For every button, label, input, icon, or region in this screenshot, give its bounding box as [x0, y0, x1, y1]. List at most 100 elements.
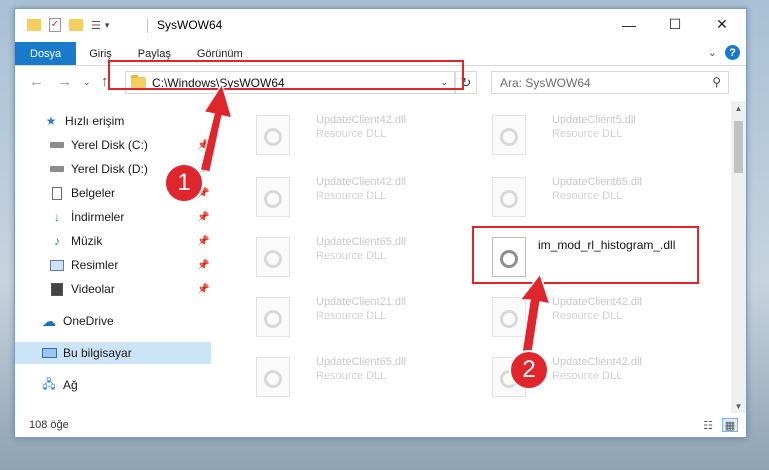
file-item[interactable]: UpdateClient42.dll Resource DLL	[478, 291, 708, 337]
pin-icon[interactable]: 📌	[197, 236, 209, 247]
expand-ribbon-icon[interactable]: ⌄	[708, 46, 717, 59]
properties-icon[interactable]: ✓	[49, 18, 61, 32]
sidebar-item-pictures[interactable]: Resimler 📌	[15, 254, 211, 276]
cloud-icon: ☁	[42, 312, 56, 329]
file-name: UpdateClient42.dll	[552, 356, 642, 368]
file-description: Resource DLL	[316, 128, 387, 140]
image-icon	[49, 258, 65, 272]
help-icon[interactable]: ?	[725, 45, 740, 60]
file-name: UpdateClient65.dll	[552, 176, 642, 188]
dll-file-icon	[256, 237, 290, 277]
vertical-scrollbar[interactable]: ▲ ▼	[731, 101, 746, 413]
sidebar-item-label: Hızlı erişim	[65, 114, 125, 128]
sidebar-item-label: Bu bilgisayar	[63, 346, 132, 360]
sidebar-item-label: Müzik	[71, 234, 103, 248]
dll-file-icon	[256, 357, 290, 397]
download-icon: ↓	[54, 210, 60, 224]
new-folder-icon[interactable]	[69, 19, 83, 31]
step-1-badge: 1	[164, 163, 204, 203]
sidebar-item-onedrive[interactable]: ☁ OneDrive	[15, 310, 211, 332]
recent-locations-icon[interactable]: ⌄	[83, 77, 91, 88]
dll-file-icon	[492, 297, 526, 337]
pin-icon[interactable]: 📌	[197, 212, 209, 223]
window-title: SysWOW64	[157, 18, 223, 32]
scroll-up-icon[interactable]: ▲	[731, 104, 746, 113]
sidebar-item-label: Belgeler	[71, 186, 116, 200]
dll-file-icon	[256, 297, 290, 337]
file-item[interactable]: UpdateClient65.dll Resource DLL	[242, 351, 472, 397]
step-2-badge: 2	[509, 350, 549, 390]
sidebar-item-label: İndirmeler	[71, 210, 125, 224]
sidebar-item-videos[interactable]: Videolar 📌	[15, 278, 211, 300]
document-icon	[49, 186, 65, 200]
drive-icon	[49, 162, 65, 176]
customize-icon[interactable]: ☰	[91, 19, 101, 32]
tab-dosya[interactable]: Dosya	[15, 42, 77, 65]
file-name: UpdateClient5.dll	[552, 114, 636, 126]
file-name: UpdateClient21.dll	[316, 296, 406, 308]
file-description: Resource DLL	[552, 310, 623, 322]
file-name: UpdateClient42.dll	[552, 296, 642, 308]
computer-icon	[41, 346, 57, 360]
pin-icon[interactable]: 📌	[197, 284, 209, 295]
file-item[interactable]: UpdateClient65.dll Resource DLL	[478, 171, 708, 217]
search-icon[interactable]: ⚲	[712, 75, 721, 89]
sidebar-item-this-pc[interactable]: Bu bilgisayar	[15, 342, 211, 364]
file-name: UpdateClient65.dll	[316, 356, 406, 368]
scroll-thumb[interactable]	[734, 121, 743, 173]
quick-access-toolbar: ✓ ☰ ▾	[27, 17, 109, 33]
sidebar-item-label: Videolar	[71, 282, 115, 296]
sidebar-item-music[interactable]: ♪ Müzik 📌	[15, 230, 211, 252]
large-icons-view-icon[interactable]: ▦	[722, 418, 738, 432]
item-count: 108 öğe	[29, 419, 69, 431]
pin-icon[interactable]: 📌	[197, 140, 209, 151]
scroll-down-icon[interactable]: ▼	[731, 402, 746, 411]
sidebar-item-downloads[interactable]: ↓ İndirmeler 📌	[15, 206, 211, 228]
back-arrow-icon[interactable]: ←	[29, 73, 44, 90]
ribbon-right-controls: ⌄ ?	[708, 45, 740, 60]
dll-file-icon	[492, 115, 526, 155]
forward-arrow-icon[interactable]: →	[57, 73, 72, 90]
pin-icon[interactable]: 📌	[197, 260, 209, 271]
title-bar: ✓ ☰ ▾ SysWOW64 — ☐ ✕	[15, 9, 746, 42]
file-description: Resource DLL	[316, 370, 387, 382]
file-name: UpdateClient42.dll	[316, 176, 406, 188]
file-description: Resource DLL	[316, 190, 387, 202]
sidebar-item-label: Yerel Disk (D:)	[71, 162, 148, 176]
chevron-down-icon[interactable]: ▾	[105, 20, 110, 31]
sidebar-item-label: Resimler	[71, 258, 119, 272]
network-icon: 🖧	[42, 376, 56, 391]
drive-icon	[49, 138, 65, 152]
star-icon: ★	[45, 114, 57, 128]
video-icon	[49, 282, 65, 296]
file-item[interactable]: UpdateClient5.dll Resource DLL	[478, 109, 708, 155]
file-description: Resource DLL	[316, 310, 387, 322]
file-item[interactable]: UpdateClient21.dll Resource DLL	[242, 291, 472, 337]
file-description: Resource DLL	[552, 190, 623, 202]
sidebar-item-quick-access[interactable]: ★ Hızlı erişim	[15, 110, 211, 132]
minimize-button[interactable]: —	[606, 9, 652, 40]
file-description: Resource DLL	[552, 370, 623, 382]
sidebar-item-label: Yerel Disk (C:)	[71, 138, 148, 152]
music-icon: ♪	[54, 234, 60, 248]
sidebar-item-local-disk-c[interactable]: Yerel Disk (C:) 📌	[15, 134, 211, 156]
file-item[interactable]: UpdateClient42.dll Resource DLL	[242, 109, 472, 155]
dll-file-icon	[256, 115, 290, 155]
dll-file-icon	[492, 177, 526, 217]
maximize-button[interactable]: ☐	[652, 9, 698, 40]
sidebar-item-network[interactable]: 🖧 Ağ	[15, 374, 211, 396]
dll-file-icon	[256, 177, 290, 217]
file-item[interactable]: UpdateClient65.dll Resource DLL	[242, 231, 472, 277]
details-view-icon[interactable]: ☷	[700, 418, 716, 432]
address-highlight-box	[108, 60, 464, 90]
search-input[interactable]: Ara: SysWOW64 ⚲	[491, 71, 729, 94]
view-switcher: ☷ ▦	[700, 418, 738, 432]
folder-icon[interactable]	[27, 19, 41, 31]
title-separator	[147, 18, 148, 33]
navigation-pane: ★ Hızlı erişim Yerel Disk (C:) 📌 Yerel D…	[15, 104, 211, 414]
file-name: UpdateClient65.dll	[316, 236, 406, 248]
search-placeholder: Ara: SysWOW64	[500, 75, 591, 90]
file-item[interactable]: UpdateClient42.dll Resource DLL	[242, 171, 472, 217]
file-description: Resource DLL	[316, 250, 387, 262]
close-button[interactable]: ✕	[699, 9, 745, 40]
